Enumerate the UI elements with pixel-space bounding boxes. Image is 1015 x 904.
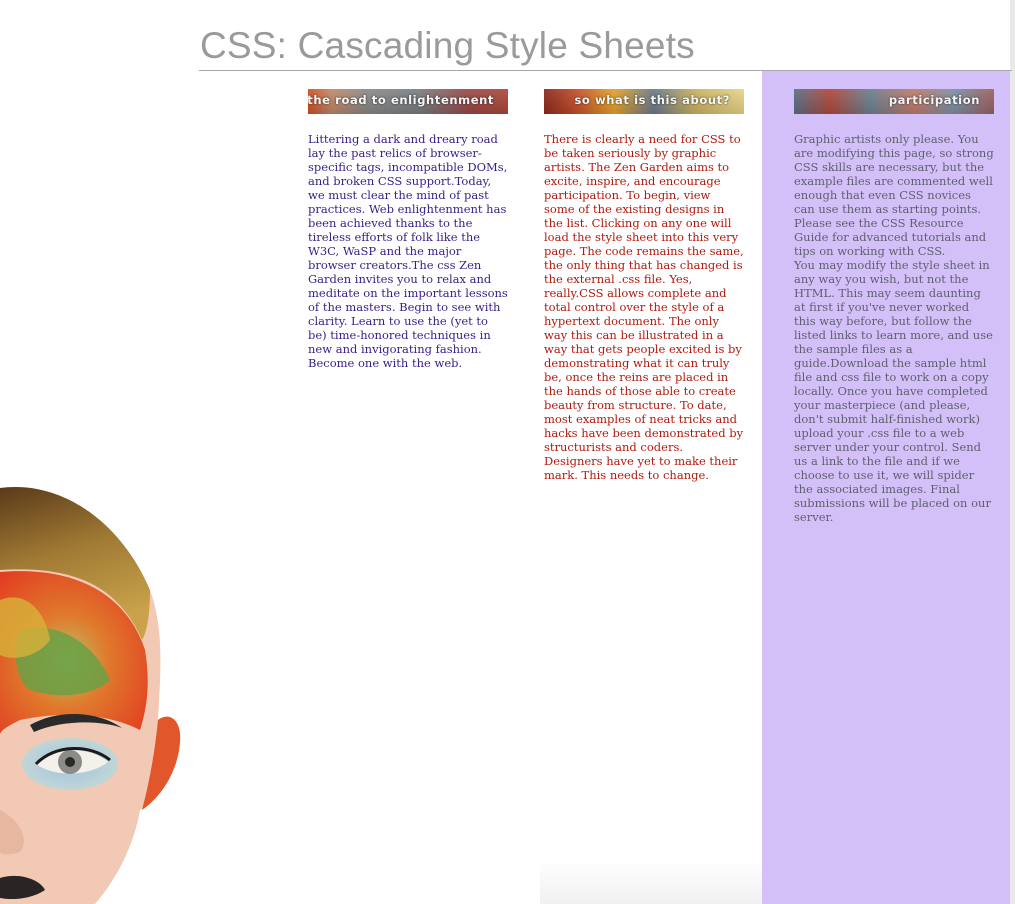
section-header-image: the road to enlightenment [308, 89, 508, 114]
page-edge-strip [1010, 0, 1015, 904]
column-participation: participation Graphic artists only pleas… [794, 89, 994, 524]
section-header-image: so what is this about? [544, 89, 744, 114]
section-heading: participation [888, 93, 980, 107]
page-title: CSS: Cascading Style Sheets [200, 25, 695, 66]
paragraph: Graphic artists only please. You are mod… [794, 132, 994, 258]
section-body: Graphic artists only please. You are mod… [794, 114, 994, 524]
section-header-image: participation [794, 89, 994, 114]
section-body: Littering a dark and dreary road lay the… [308, 132, 508, 370]
section-heading: so what is this about? [574, 93, 730, 107]
column-so-what-is-this-about: so what is this about? There is clearly … [544, 89, 744, 482]
decorative-shadow [540, 860, 762, 904]
section-heading: the road to enlightenment [308, 93, 494, 107]
paragraph: You may modify the style sheet in any wa… [794, 258, 993, 524]
section-body: There is clearly a need for CSS to be ta… [544, 132, 744, 482]
painted-face-image [0, 486, 181, 904]
title-divider [199, 70, 1012, 71]
column-road-to-enlightenment: the road to enlightenment Littering a da… [308, 89, 508, 370]
